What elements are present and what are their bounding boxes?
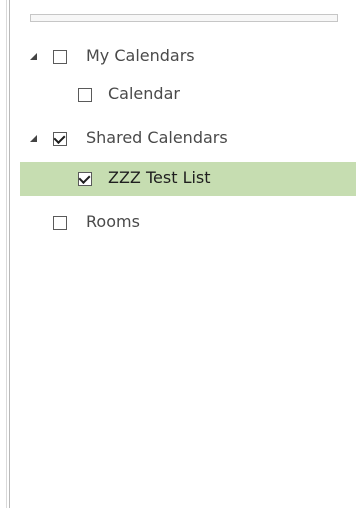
- checkbox-calendar[interactable]: [78, 88, 92, 102]
- tree-item-label: Shared Calendars: [86, 128, 228, 147]
- pane-left-border: [0, 0, 10, 508]
- tree-item-label: My Calendars: [86, 46, 195, 65]
- tree-item-my-calendars[interactable]: My Calendars: [10, 40, 357, 74]
- expanded-triangle-icon[interactable]: [30, 135, 37, 142]
- tree-item-label: Calendar: [108, 84, 180, 103]
- tree-item-rooms[interactable]: Rooms: [10, 206, 357, 240]
- tree-item-calendar[interactable]: Calendar: [10, 78, 357, 112]
- checkbox-shared-calendars[interactable]: [53, 132, 67, 146]
- pane-top-bar: [30, 14, 338, 22]
- tree-item-zzz-test-list[interactable]: ZZZ Test List: [20, 162, 356, 196]
- expanded-triangle-icon[interactable]: [30, 53, 37, 60]
- tree-item-shared-calendars[interactable]: Shared Calendars: [10, 122, 357, 156]
- checkbox-rooms[interactable]: [53, 216, 67, 230]
- calendar-navigation-pane: My Calendars Calendar Shared Calendars Z…: [10, 0, 357, 508]
- checkbox-my-calendars[interactable]: [53, 50, 67, 64]
- checkbox-zzz-test-list[interactable]: [78, 172, 92, 186]
- tree-item-label: ZZZ Test List: [108, 168, 211, 187]
- tree-item-label: Rooms: [86, 212, 140, 231]
